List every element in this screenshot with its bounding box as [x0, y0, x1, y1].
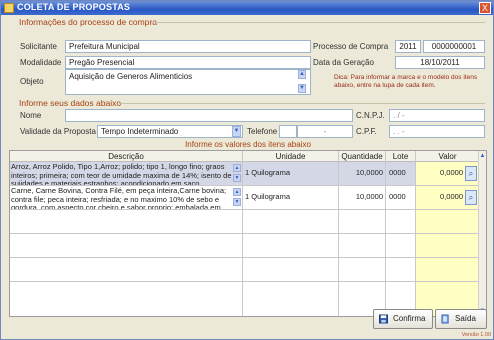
window-title: COLETA DE PROPOSTAS	[17, 2, 131, 12]
section-dados-title: Informe seus dados abaixo	[19, 98, 122, 108]
item-lote: 0000	[386, 162, 416, 186]
empty-cell	[386, 258, 416, 282]
empty-cell	[416, 258, 480, 282]
title-bar: COLETA DE PROPOSTAS X	[1, 1, 493, 15]
chevron-down-icon[interactable]: ▼	[232, 126, 241, 137]
descricao-scroll-up[interactable]: ▲	[233, 164, 241, 172]
processo-ano-field: 2011	[395, 40, 421, 53]
objeto-scroll-down[interactable]: ▼	[298, 84, 306, 93]
objeto-field: Aquisição de Generos Alimenticios	[65, 69, 311, 95]
version-label: Versão 1.00	[461, 332, 491, 338]
header-lote: Lote	[386, 151, 416, 162]
header-valor: Valor	[416, 151, 480, 162]
nome-input[interactable]	[65, 109, 353, 122]
confirma-label: Confirma	[393, 314, 426, 323]
header-descricao: Descrição	[10, 151, 243, 162]
cpf-input[interactable]: . . -	[389, 125, 485, 138]
table-row[interactable]: Arroz, Arroz Polido, Tipo 1,Arroz; polid…	[10, 162, 480, 186]
descricao-scroll-up[interactable]: ▲	[233, 188, 241, 196]
divider	[151, 22, 485, 23]
scroll-up-icon[interactable]: ▲	[479, 151, 486, 161]
section-processo-title: Informações do processo de compra	[19, 17, 157, 27]
item-descricao: Carne, Carne Bovina, Contra Filé, em peç…	[10, 186, 243, 210]
magnifier-icon[interactable]: ⌕	[465, 166, 477, 181]
confirma-button[interactable]: Confirma	[373, 309, 433, 329]
objeto-scroll-up[interactable]: ▲	[298, 70, 306, 79]
item-quantidade: 10,0000	[339, 186, 386, 210]
empty-cell	[386, 210, 416, 234]
header-unidade: Unidade	[243, 151, 339, 162]
empty-cell	[339, 210, 386, 234]
close-button[interactable]: X	[479, 2, 491, 14]
table-row-empty	[10, 258, 480, 282]
validade-select[interactable]: Tempo Indeterminado	[97, 125, 243, 138]
empty-cell	[10, 234, 243, 258]
app-icon	[4, 3, 14, 13]
data-geracao-label: Data da Geração	[313, 58, 374, 67]
magnifier-icon[interactable]: ⌕	[465, 190, 477, 205]
telefone-ddd-input[interactable]	[279, 125, 297, 138]
telefone-label: Telefone	[247, 127, 278, 136]
nome-label: Nome	[20, 111, 42, 120]
itens-caption: Informe os valores dos itens abaixo	[185, 140, 311, 149]
empty-cell	[10, 258, 243, 282]
item-quantidade: 10,0000	[339, 162, 386, 186]
modalidade-field: Pregão Presencial	[65, 56, 311, 69]
item-descricao: Arroz, Arroz Polido, Tipo 1,Arroz; polid…	[10, 162, 243, 186]
solicitante-label: Solicitante	[20, 42, 57, 51]
cpf-label: C.P.F.	[356, 127, 377, 136]
objeto-label: Objeto	[20, 77, 44, 86]
empty-cell	[339, 234, 386, 258]
solicitante-field: Prefeitura Municipal	[65, 40, 311, 53]
empty-cell	[416, 210, 480, 234]
saida-button[interactable]: Saída	[435, 309, 487, 329]
item-unidade: 1 Quilograma	[243, 186, 339, 210]
dica-text: Dica: Para informar a marca e o modelo d…	[334, 74, 478, 89]
descricao-scroll-down[interactable]: ▼	[233, 174, 241, 182]
processo-label: Processo de Compra	[313, 42, 389, 51]
table-row[interactable]: Carne, Carne Bovina, Contra Filé, em peç…	[10, 186, 480, 210]
empty-cell	[243, 234, 339, 258]
empty-cell	[10, 282, 243, 316]
save-icon	[379, 314, 388, 324]
empty-cell	[243, 258, 339, 282]
descricao-scroll-down[interactable]: ▼	[233, 198, 241, 206]
modalidade-label: Modalidade	[20, 58, 62, 67]
validade-label: Validade da Proposta	[20, 127, 96, 136]
itens-table: Descrição Unidade Quantidade Lote Valor …	[9, 150, 487, 317]
exit-door-icon	[441, 314, 449, 324]
item-lote: 0000	[386, 186, 416, 210]
divider	[119, 103, 485, 104]
table-scrollbar[interactable]: ▲ ▼	[478, 151, 486, 316]
header-quantidade: Quantidade	[339, 151, 386, 162]
processo-numero-field: 0000000001	[423, 40, 485, 53]
telefone-input[interactable]: -	[297, 125, 353, 138]
cnpj-input[interactable]: . / -	[389, 109, 485, 122]
saida-label: Saída	[455, 314, 476, 323]
item-unidade: 1 Quilograma	[243, 162, 339, 186]
empty-cell	[339, 258, 386, 282]
empty-cell	[386, 234, 416, 258]
coleta-propostas-window: COLETA DE PROPOSTAS X Informações do pro…	[0, 0, 494, 340]
table-row-empty	[10, 234, 480, 258]
table-row-empty	[10, 210, 480, 234]
empty-cell	[243, 282, 339, 316]
empty-cell	[416, 234, 480, 258]
empty-cell	[243, 210, 339, 234]
cnpj-label: C.N.P.J.	[356, 111, 385, 120]
data-geracao-field: 18/10/2011	[395, 56, 485, 69]
table-header: Descrição Unidade Quantidade Lote Valor	[10, 151, 486, 162]
empty-cell	[10, 210, 243, 234]
